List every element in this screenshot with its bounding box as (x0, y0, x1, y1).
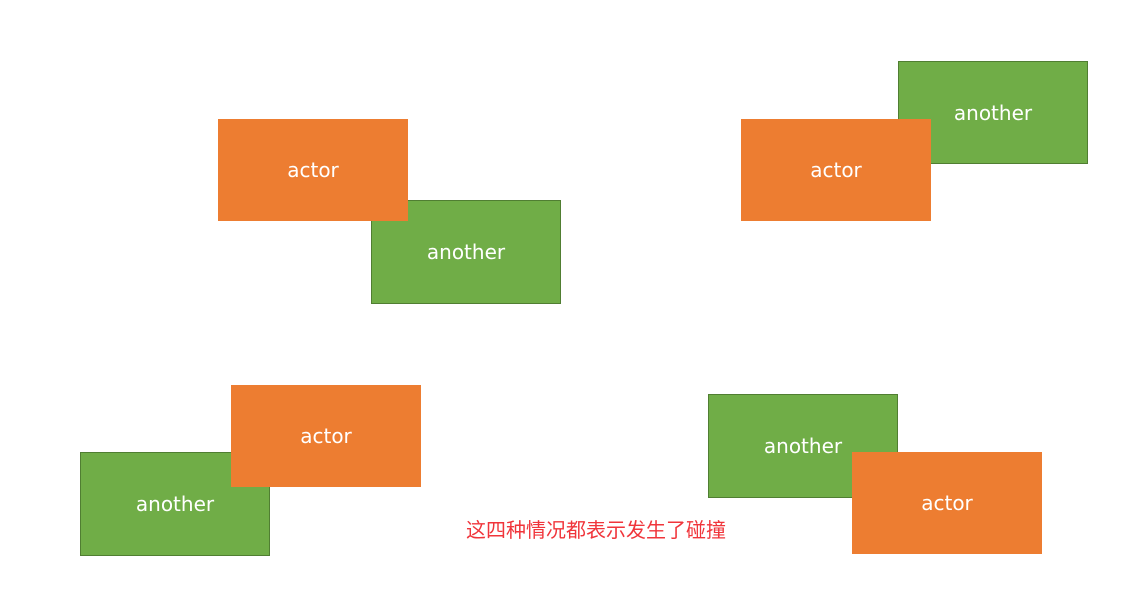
another-label: another (763, 434, 843, 458)
another-label: another (135, 492, 215, 516)
another-label: another (426, 240, 506, 264)
actor-label: actor (300, 424, 352, 448)
actor-rect-scenario-3: actor (231, 385, 421, 487)
another-label: another (953, 100, 1033, 125)
actor-label: actor (287, 158, 339, 182)
actor-rect-scenario-1: actor (218, 119, 408, 221)
actor-rect-scenario-4: actor (852, 452, 1042, 554)
collision-caption: 这四种情况都表示发生了碰撞 (466, 518, 726, 542)
actor-rect-scenario-2: actor (741, 119, 931, 221)
actor-label: actor (810, 158, 862, 182)
actor-label: actor (921, 491, 973, 515)
